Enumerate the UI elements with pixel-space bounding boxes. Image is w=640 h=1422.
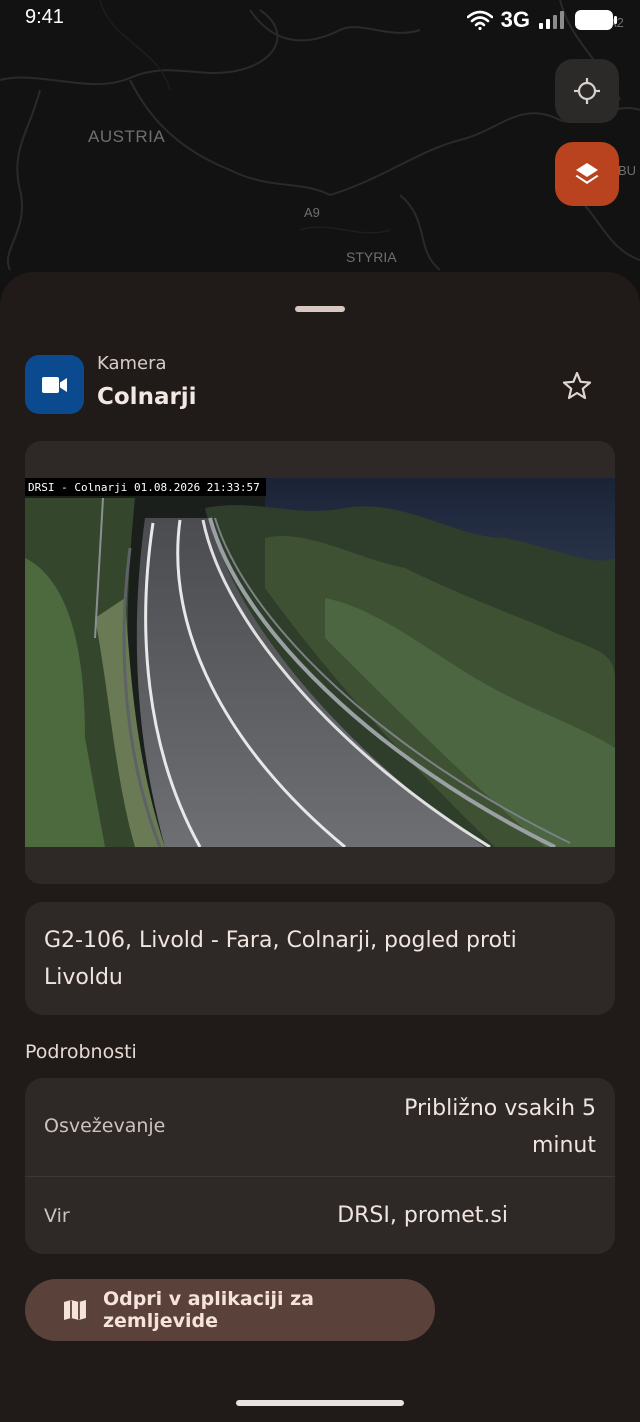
wifi-icon — [466, 10, 493, 30]
map-label-a9: A9 — [304, 205, 320, 220]
favorite-button[interactable] — [558, 367, 596, 405]
details-card: Osveževanje Približno vsakih 5 minut Vir… — [25, 1078, 615, 1254]
camera-bottom-sheet: Kamera Colnarji DRSI - Colnarji 01.08.20… — [0, 272, 640, 1422]
open-in-maps-label: Odpri v aplikaciji za zemljevide — [102, 1288, 315, 1332]
camera-image-card[interactable]: DRSI - Colnarji 01.08.2026 21:33:57 — [25, 441, 615, 884]
camera-description: G2-106, Livold - Fara, Colnarji, pogled … — [25, 902, 615, 1015]
battery-icon — [575, 10, 617, 30]
layers-button[interactable] — [555, 142, 619, 206]
details-heading: Podrobnosti — [25, 1041, 137, 1063]
detail-value: DRSI, promet.si — [337, 1203, 508, 1228]
status-time: 9:41 — [25, 6, 64, 28]
map-label-styria: STYRIA — [346, 249, 397, 265]
detail-row-refresh: Osveževanje Približno vsakih 5 minut — [25, 1078, 615, 1177]
map-label-austria: AUSTRIA — [88, 127, 166, 146]
home-indicator[interactable] — [236, 1400, 404, 1406]
camera-badge — [25, 355, 84, 414]
status-bar: 9:41 3G — [0, 0, 640, 40]
crosshair-icon — [574, 78, 600, 104]
item-kind: Kamera — [97, 353, 167, 374]
locate-button[interactable] — [555, 59, 619, 123]
map-icon — [63, 1300, 86, 1320]
video-camera-icon — [41, 376, 67, 393]
network-type: 3G — [500, 7, 530, 32]
detail-label: Osveževanje — [44, 1115, 166, 1137]
detail-value-line: Približno vsakih 5 — [404, 1096, 596, 1121]
layers-icon — [575, 163, 599, 184]
signal-icon — [539, 11, 564, 29]
camera-title: Colnarji — [97, 384, 197, 410]
camera-image — [25, 478, 615, 847]
camera-timestamp: DRSI - Colnarji 01.08.2026 21:33:57 — [25, 478, 266, 496]
open-in-maps-button[interactable]: Odpri v aplikaciji za zemljevide — [25, 1279, 435, 1341]
detail-row-source: Vir DRSI, promet.si — [25, 1178, 615, 1254]
detail-label: Vir — [44, 1205, 70, 1227]
detail-value-line: minut — [531, 1133, 596, 1158]
star-outline-icon — [562, 371, 592, 400]
map-label-bu: BU — [618, 163, 637, 178]
sheet-drag-handle[interactable] — [295, 306, 345, 312]
